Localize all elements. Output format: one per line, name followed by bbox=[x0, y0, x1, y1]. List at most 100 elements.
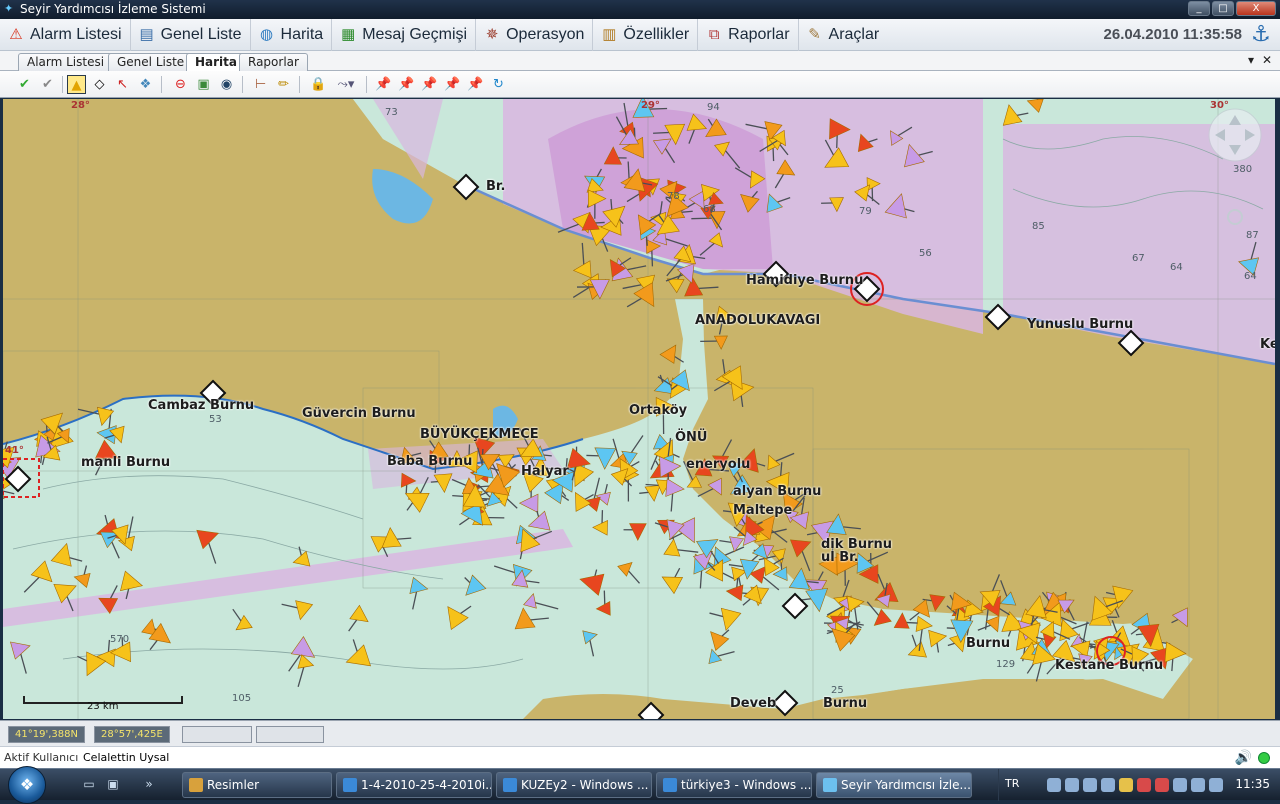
chart-map[interactable]: 28° 29° 30° 41° Cambaz Burnu Güvercin Bu… bbox=[3, 99, 1275, 719]
scale-label: 23 km bbox=[87, 701, 118, 712]
active-user-label: Aktif Kullanıcı bbox=[4, 747, 78, 769]
taskbar-item[interactable]: KUZEy2 - Windows ... bbox=[496, 772, 652, 798]
place-label: Güvercin Burnu bbox=[302, 406, 416, 421]
alarm-icon: ⚠ bbox=[6, 25, 26, 45]
tools-icon: ✎ bbox=[805, 25, 825, 45]
depth-label: 105 bbox=[232, 693, 251, 704]
tab-genel-liste[interactable]: Genel Liste bbox=[108, 53, 193, 71]
world-icon[interactable]: ◉ bbox=[217, 75, 236, 94]
depth-label: 380 bbox=[1233, 164, 1252, 175]
longitude-label: 30° bbox=[1210, 100, 1229, 111]
place-label: Deveb bbox=[730, 696, 776, 711]
menu-ozellikler[interactable]: ▥Özellikler bbox=[593, 19, 698, 51]
system-tray: TR 11:35 bbox=[998, 769, 1280, 801]
place-label: Burnu bbox=[966, 636, 1010, 651]
menu-genel-liste[interactable]: ▤Genel Liste bbox=[131, 19, 251, 51]
depth-label: 73 bbox=[385, 107, 398, 118]
depth-label: 67 bbox=[1132, 253, 1145, 264]
tray-icon[interactable] bbox=[1083, 778, 1097, 792]
tab-close-icon[interactable]: ✕ bbox=[1262, 53, 1272, 67]
tray-icon[interactable] bbox=[1137, 778, 1151, 792]
layers-icon[interactable]: ❖ bbox=[136, 75, 155, 94]
taskbar-item[interactable]: Seyir Yardımcısı İzle... bbox=[816, 772, 972, 798]
tab-raporlar[interactable]: Raporlar bbox=[239, 53, 308, 71]
place-label: Cambaz Burnu bbox=[148, 398, 254, 413]
pin-icon[interactable]: 📌 bbox=[374, 75, 393, 94]
stop-icon[interactable]: ⊖ bbox=[171, 75, 190, 94]
switch-windows-icon[interactable]: ▣ bbox=[104, 777, 122, 793]
maximize-button[interactable]: □ bbox=[1212, 1, 1234, 16]
depth-label: 68 bbox=[703, 204, 716, 215]
measure-icon[interactable]: ⊢ bbox=[251, 75, 270, 94]
tray-icon[interactable] bbox=[1209, 778, 1223, 792]
zoom-extent-icon[interactable]: ▣ bbox=[194, 75, 213, 94]
check-icon[interactable]: ✔ bbox=[15, 75, 34, 94]
route-dropdown-icon[interactable]: ⤳▾ bbox=[332, 75, 360, 94]
window-title: Seyir Yardımcısı İzleme Sistemi bbox=[20, 2, 206, 16]
tray-icon[interactable] bbox=[1173, 778, 1187, 792]
pencil-icon[interactable]: ✏ bbox=[274, 75, 293, 94]
depth-label: 64 bbox=[1244, 271, 1257, 282]
tab-dropdown-icon[interactable]: ▾ bbox=[1248, 53, 1254, 67]
speaker-icon[interactable]: 🔊 bbox=[1235, 747, 1252, 769]
taskbar-item[interactable]: Resimler bbox=[182, 772, 332, 798]
longitude-readout: 28°57',425E bbox=[94, 726, 170, 743]
depth-label: 64 bbox=[1170, 262, 1183, 273]
quicklaunch-more-icon[interactable]: » bbox=[140, 777, 158, 793]
place-label: Baba Burnu bbox=[387, 454, 472, 469]
place-label: alyan Burnu bbox=[733, 484, 821, 499]
close-window-button[interactable]: X bbox=[1236, 1, 1276, 16]
depth-label: 87 bbox=[1246, 230, 1259, 241]
place-label: ÖNÜ bbox=[675, 430, 708, 445]
tab-harita[interactable]: Harita bbox=[186, 53, 246, 72]
place-label: Yunuslu Burnu bbox=[1027, 317, 1133, 332]
place-label: Maltepe bbox=[733, 503, 792, 518]
taskbar-item[interactable]: türkiye3 - Windows ... bbox=[656, 772, 812, 798]
tray-icon[interactable] bbox=[1101, 778, 1115, 792]
triangle-filter-icon[interactable]: ▲ bbox=[67, 75, 86, 94]
tray-icon[interactable] bbox=[1047, 778, 1061, 792]
menu-mesaj-gecmisi[interactable]: ▦Mesaj Geçmişi bbox=[332, 19, 476, 51]
place-label: eneryolu bbox=[686, 457, 750, 472]
tray-icon[interactable] bbox=[1191, 778, 1205, 792]
cursor-filter-icon[interactable]: ↖ bbox=[113, 75, 132, 94]
refresh-icon[interactable]: ↻ bbox=[489, 75, 508, 94]
tray-icon[interactable] bbox=[1119, 778, 1133, 792]
pin-remove-icon[interactable]: 📌 bbox=[443, 75, 462, 94]
tray-icon[interactable] bbox=[1065, 778, 1079, 792]
pin-add-icon[interactable]: 📌 bbox=[397, 75, 416, 94]
pin-edit-icon[interactable]: 📌 bbox=[420, 75, 439, 94]
taskbar-item[interactable]: 1-4-2010-25-4-2010i... bbox=[336, 772, 492, 798]
user-bar: Aktif Kullanıcı Celalettin Uysal 🔊 bbox=[0, 746, 1280, 768]
minimize-button[interactable]: _ bbox=[1188, 1, 1210, 16]
tray-icon[interactable] bbox=[1155, 778, 1169, 792]
diamond-filter-icon[interactable]: ◇ bbox=[90, 75, 109, 94]
latitude-label: 41° bbox=[5, 445, 24, 456]
properties-icon: ▥ bbox=[599, 25, 619, 45]
windows-taskbar: ❖ ▭ ▣ » Resimler 1-4-2010-25-4-2010i... … bbox=[0, 768, 1280, 800]
report-icon: ⧉ bbox=[704, 25, 724, 45]
place-label: Hamidiye Burnu bbox=[746, 273, 863, 288]
depth-label: 53 bbox=[209, 414, 222, 425]
list-icon: ▤ bbox=[137, 25, 157, 45]
menu-raporlar[interactable]: ⧉Raporlar bbox=[698, 19, 798, 51]
depth-label: 78 bbox=[667, 191, 680, 202]
language-indicator[interactable]: TR bbox=[1005, 777, 1019, 790]
compass-logo-icon: ⚓ bbox=[1248, 22, 1274, 48]
datetime-display: 26.04.2010 11:35:58 bbox=[1104, 26, 1242, 43]
lock-icon[interactable]: 🔒 bbox=[309, 75, 328, 94]
show-desktop-icon[interactable]: ▭ bbox=[80, 777, 98, 793]
check-all-icon[interactable]: ✔ bbox=[38, 75, 57, 94]
connection-status-icon bbox=[1258, 752, 1270, 764]
taskbar-clock[interactable]: 11:35 bbox=[1235, 777, 1270, 791]
pin-list-icon[interactable]: 📌 bbox=[466, 75, 485, 94]
menu-alarm-listesi[interactable]: ⚠Alarm Listesi bbox=[0, 19, 131, 51]
tab-bar: Alarm Listesi Genel Liste Harita Raporla… bbox=[0, 51, 1280, 71]
start-button[interactable]: ❖ bbox=[8, 766, 46, 804]
tab-alarm-listesi[interactable]: Alarm Listesi bbox=[18, 53, 113, 71]
menu-harita[interactable]: ◍Harita bbox=[251, 19, 333, 51]
menu-operasyon[interactable]: ✵Operasyon bbox=[476, 19, 593, 51]
depth-label: 129 bbox=[996, 659, 1015, 670]
menu-araclar[interactable]: ✎Araçlar bbox=[799, 19, 888, 51]
globe-icon: ◍ bbox=[257, 25, 277, 45]
